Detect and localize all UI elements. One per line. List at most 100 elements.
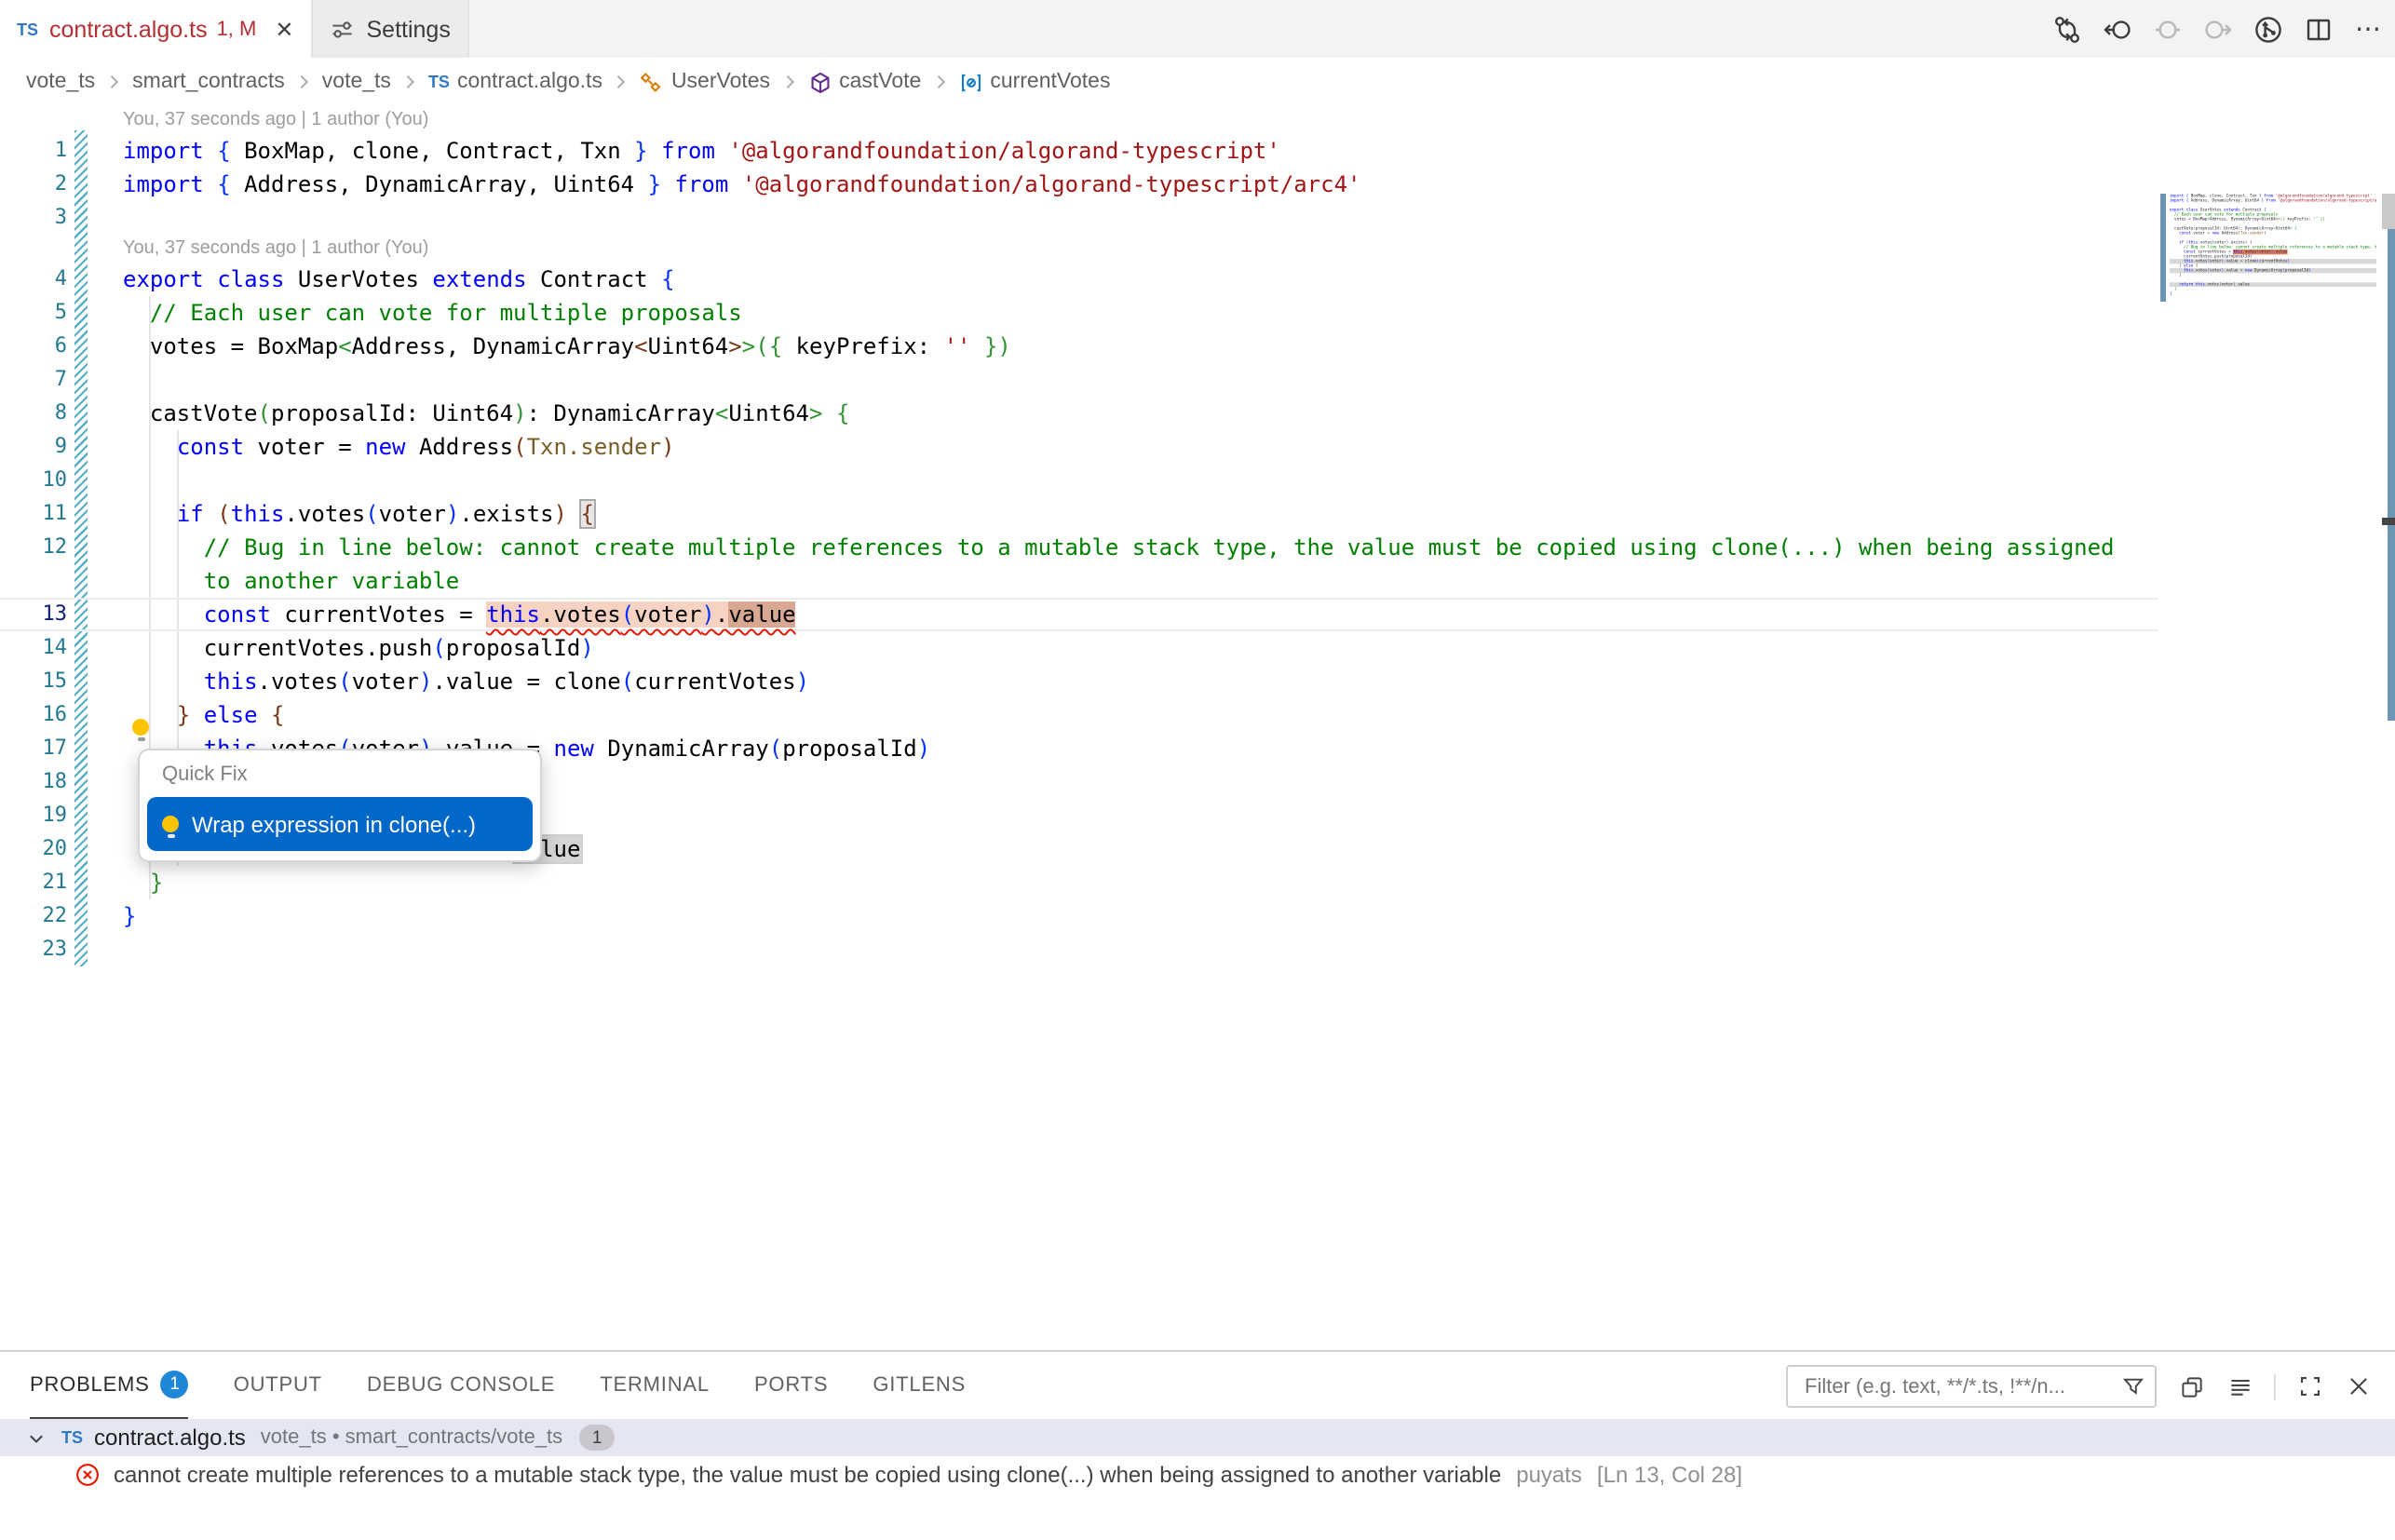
code-line[interactable]: 11 if (this.votes(voter).exists) {	[0, 497, 2395, 531]
code-line[interactable]: 1import { BoxMap, clone, Contract, Txn }…	[0, 134, 2395, 168]
code-line[interactable]: 22}	[0, 899, 2395, 933]
breadcrumb-variable[interactable]: currentVotes	[958, 70, 1110, 94]
line-number: 18	[0, 765, 67, 799]
line-number: 13	[0, 600, 67, 629]
line-number: 4	[0, 263, 67, 296]
chevron-right-icon	[104, 73, 123, 91]
tab-title: contract.algo.ts	[49, 16, 208, 42]
panel-tab-ports[interactable]: PORTS	[754, 1352, 828, 1419]
symbol-class-icon	[640, 70, 664, 94]
problem-location: [Ln 13, Col 28]	[1597, 1462, 1742, 1488]
code-line[interactable]: 23	[0, 933, 2395, 966]
code-line[interactable]: 13 const currentVotes = this.votes(voter…	[0, 598, 2158, 631]
lightbulb-icon	[162, 816, 179, 832]
code-line[interactable]: to another variable	[0, 564, 2395, 598]
line-number: 9	[0, 430, 67, 464]
more-actions-icon[interactable]: ⋯	[2354, 14, 2384, 44]
overview-ruler-modified	[2387, 229, 2395, 721]
error-icon	[74, 1462, 101, 1488]
tab-settings[interactable]: Settings	[313, 0, 469, 58]
symbol-method-icon	[807, 70, 832, 94]
code-line[interactable]: 5 // Each user can vote for multiple pro…	[0, 296, 2395, 330]
commit-graph-icon[interactable]	[2253, 14, 2283, 44]
problems-filter-input[interactable]	[1801, 1373, 2119, 1399]
prev-change-icon[interactable]	[2153, 14, 2183, 44]
panel-tab-problems[interactable]: PROBLEMS 1	[30, 1352, 189, 1419]
next-change-icon[interactable]	[2203, 14, 2233, 44]
split-editor-icon[interactable]	[2304, 14, 2334, 44]
tab-contract-algo-ts[interactable]: TS contract.algo.ts 1, M ✕	[0, 0, 313, 60]
typescript-file-icon: TS	[428, 73, 450, 91]
editor-actions: ⋯	[2052, 0, 2384, 58]
gitlens-blame-annotation: You, 37 seconds ago | 1 author (You)	[0, 106, 2395, 134]
collapse-all-icon[interactable]	[2226, 1372, 2253, 1400]
breadcrumb-file[interactable]: TS contract.algo.ts	[428, 71, 602, 93]
maximize-panel-icon[interactable]	[2296, 1372, 2324, 1400]
code-line[interactable]: 2import { Address, DynamicArray, Uint64 …	[0, 168, 2395, 201]
code-editor[interactable]: You, 37 seconds ago | 1 author (You)1imp…	[0, 106, 2395, 1350]
scrollbar-thumb[interactable]	[2382, 194, 2395, 229]
chevron-right-icon	[930, 73, 949, 91]
code-line[interactable]: 3	[0, 201, 2395, 235]
panel-tab-terminal[interactable]: TERMINAL	[600, 1352, 710, 1419]
breadcrumb-folder[interactable]: vote_ts	[26, 71, 95, 93]
tab-title: Settings	[367, 16, 451, 42]
breadcrumb: vote_ts smart_contracts vote_ts TS contr…	[0, 58, 2395, 106]
breadcrumb-folder[interactable]: smart_contracts	[132, 71, 285, 93]
code-line[interactable]: 16 } else {	[0, 698, 2395, 732]
quick-fix-action-wrap-in-clone[interactable]: Wrap expression in clone(...)	[147, 797, 533, 851]
problem-item-row[interactable]: cannot create multiple references to a m…	[0, 1456, 2395, 1493]
close-tab-icon[interactable]: ✕	[275, 18, 293, 40]
panel-tab-output[interactable]: OUTPUT	[234, 1352, 322, 1419]
breadcrumb-folder[interactable]: vote_ts	[322, 71, 391, 93]
line-number: 8	[0, 397, 67, 430]
line-number: 16	[0, 698, 67, 732]
code-line[interactable]: 14 currentVotes.push(proposalId)	[0, 631, 2395, 665]
vscode-window: TS contract.algo.ts 1, M ✕ Settings	[0, 0, 2395, 1538]
nav-back-icon[interactable]	[2103, 14, 2132, 44]
view-as-table-icon[interactable]	[2177, 1372, 2205, 1400]
line-number: 20	[0, 832, 67, 866]
line-number: 1	[0, 134, 67, 168]
code-line[interactable]: 6 votes = BoxMap<Address, DynamicArray<U…	[0, 330, 2395, 363]
panel-tab-bar: PROBLEMS 1 OUTPUT DEBUG CONSOLE TERMINAL…	[0, 1352, 2395, 1419]
problems-filter	[1786, 1365, 2157, 1408]
minimap[interactable]: import { BoxMap, clone, Contract, Txn } …	[2160, 194, 2376, 309]
line-number: 7	[0, 363, 67, 397]
code-line[interactable]: 9 const voter = new Address(Txn.sender)	[0, 430, 2395, 464]
code-line[interactable]: 12 // Bug in line below: cannot create m…	[0, 531, 2395, 564]
problems-file-row[interactable]: TS contract.algo.ts vote_ts • smart_cont…	[0, 1419, 2395, 1456]
symbol-variable-icon	[958, 70, 982, 94]
line-number: 19	[0, 799, 67, 832]
code-line[interactable]: 21 }	[0, 866, 2395, 899]
code-line[interactable]: 4export class UserVotes extends Contract…	[0, 263, 2395, 296]
code-line[interactable]: 10	[0, 464, 2395, 497]
code-line[interactable]: 15 this.votes(voter).value = clone(curre…	[0, 665, 2395, 698]
breadcrumb-method[interactable]: castVote	[807, 70, 921, 94]
panel-tab-gitlens[interactable]: GITLENS	[873, 1352, 966, 1419]
code-line[interactable]: 7	[0, 363, 2395, 397]
minimap-modified-bar	[2160, 194, 2165, 302]
quick-fix-title: Quick Fix	[140, 750, 540, 797]
panel-tab-debug-console[interactable]: DEBUG CONSOLE	[367, 1352, 555, 1419]
line-number: 14	[0, 631, 67, 665]
line-number: 2	[0, 168, 67, 201]
divider	[2274, 1373, 2276, 1399]
gitlens-blame-annotation: You, 37 seconds ago | 1 author (You)	[0, 235, 2395, 263]
close-panel-icon[interactable]	[2345, 1372, 2373, 1400]
chevron-down-icon[interactable]	[26, 1427, 47, 1448]
lightbulb-icon[interactable]	[132, 711, 149, 745]
bottom-panel: PROBLEMS 1 OUTPUT DEBUG CONSOLE TERMINAL…	[0, 1350, 2395, 1540]
overview-ruler-error-mark	[2382, 518, 2395, 525]
line-number: 5	[0, 296, 67, 330]
line-number: 10	[0, 464, 67, 497]
code-line[interactable]: 8 castVote(proposalId: Uint64): DynamicA…	[0, 397, 2395, 430]
line-number: 21	[0, 866, 67, 899]
git-compare-icon[interactable]	[2052, 14, 2082, 44]
line-number: 3	[0, 201, 67, 235]
chevron-right-icon	[294, 73, 313, 91]
typescript-file-icon: TS	[17, 20, 38, 38]
filter-funnel-icon[interactable]	[2119, 1372, 2147, 1400]
line-number: 15	[0, 665, 67, 698]
breadcrumb-class[interactable]: UserVotes	[640, 70, 770, 94]
